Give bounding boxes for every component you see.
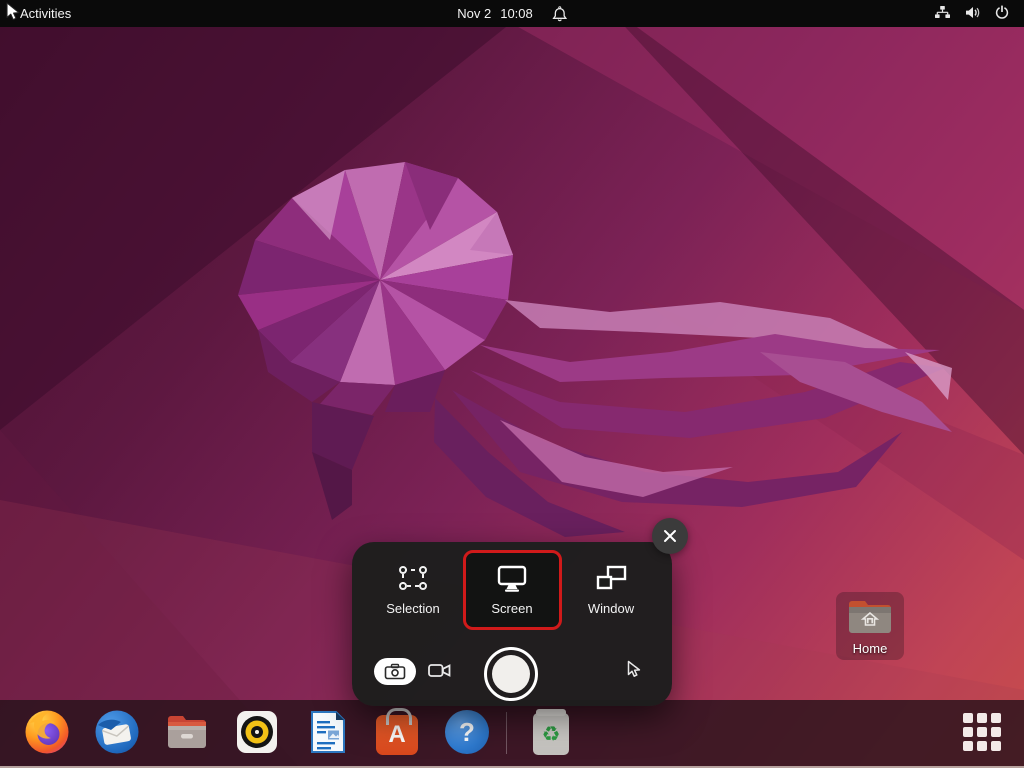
mode-window-label: Window	[588, 601, 634, 616]
dock-show-applications-button[interactable]	[958, 708, 1006, 756]
dock-background	[0, 700, 1024, 768]
mode-selection-label: Selection	[386, 601, 439, 616]
home-folder-icon[interactable]: Home	[836, 592, 904, 660]
capture-button-inner	[492, 655, 530, 693]
help-question-glyph: ?	[459, 717, 475, 748]
selection-icon	[395, 564, 431, 594]
power-icon	[994, 4, 1010, 23]
capture-controls-row	[352, 654, 672, 706]
dock-ubuntu-software-icon[interactable]: A	[373, 708, 421, 756]
mode-screen-label: Screen	[491, 601, 532, 616]
clock-date: Nov 2	[457, 6, 491, 21]
volume-icon	[964, 5, 981, 23]
home-icon-label: Home	[853, 641, 888, 656]
screen-icon	[494, 564, 530, 594]
network-icon	[934, 5, 951, 23]
notification-bell-icon	[552, 6, 567, 22]
top-panel: Activities Nov 2 10:08	[0, 0, 1024, 27]
dock-separator	[506, 712, 507, 754]
dock-help-icon[interactable]: ?	[443, 708, 491, 756]
activities-button[interactable]: Activities	[14, 4, 77, 23]
mode-screen-button[interactable]: Screen	[463, 550, 562, 630]
app-grid-icon	[963, 713, 1001, 751]
show-pointer-toggle[interactable]	[626, 660, 642, 684]
ubuntu-desktop: Activities Nov 2 10:08	[0, 0, 1024, 768]
clock-button[interactable]: Nov 2 10:08	[457, 0, 567, 27]
recycle-glyph: ♻	[542, 724, 561, 745]
folder-home-glyph	[847, 598, 893, 636]
software-bag-letter: A	[388, 721, 405, 749]
mouse-cursor	[5, 2, 22, 27]
dock-trash-icon[interactable]: ♻	[527, 708, 575, 756]
clock-time: 10:08	[500, 6, 533, 21]
dock-rhythmbox-icon[interactable]	[233, 708, 281, 756]
dock-thunderbird-icon[interactable]	[93, 708, 141, 756]
mode-selection-button[interactable]: Selection	[364, 550, 463, 630]
pointer-icon	[626, 660, 642, 679]
system-status-area[interactable]	[934, 0, 1014, 27]
screenshot-dialog: Selection Screen Window	[352, 542, 672, 706]
dock-libreoffice-writer-icon[interactable]	[303, 708, 351, 756]
close-icon	[663, 529, 677, 543]
mode-window-button[interactable]: Window	[562, 550, 661, 630]
dock-firefox-icon[interactable]	[23, 708, 71, 756]
capture-button[interactable]	[484, 647, 538, 701]
window-icon	[593, 564, 629, 594]
close-button[interactable]	[652, 518, 688, 554]
camera-icon	[384, 663, 406, 680]
capture-mode-row: Selection Screen Window	[352, 550, 672, 630]
dock-files-icon[interactable]	[163, 708, 211, 756]
photo-mode-toggle[interactable]	[374, 658, 416, 685]
video-camera-icon	[428, 662, 453, 679]
video-mode-toggle[interactable]	[428, 662, 453, 684]
